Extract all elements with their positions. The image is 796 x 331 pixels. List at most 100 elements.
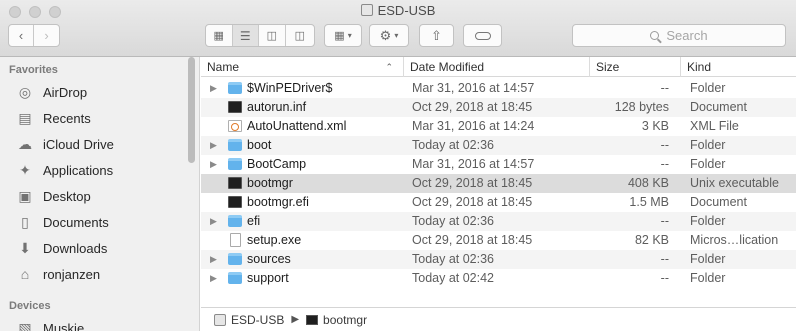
sidebar-item-applications[interactable]: ✦ Applications	[0, 157, 186, 183]
folder-icon	[228, 272, 242, 284]
desktop-icon: ▣	[18, 187, 32, 204]
cloud-icon: ☁	[18, 135, 32, 152]
executable-icon	[228, 177, 242, 189]
path-item-disk[interactable]: ESD-USB	[231, 313, 284, 327]
column-view-button[interactable]: ◫	[259, 25, 286, 46]
file-kind: XML File	[690, 119, 739, 133]
cover-flow-button[interactable]: ◫	[286, 25, 314, 46]
external-disk-icon	[360, 4, 373, 16]
disclosure-triangle-icon[interactable]: ▶	[210, 155, 217, 174]
recents-icon: ▤	[18, 109, 32, 126]
list-view-button[interactable]: ☰	[232, 25, 260, 46]
table-row[interactable]: ▶ sources Today at 02:36 -- Folder	[201, 250, 796, 269]
disclosure-triangle-icon[interactable]: ▶	[210, 250, 217, 269]
file-size: 1.5 MB	[629, 195, 669, 209]
sidebar-item-ronjanzen[interactable]: ⌂ ronjanzen	[0, 261, 186, 287]
file-size: --	[660, 214, 669, 228]
favorites-heading: Favorites	[9, 64, 58, 76]
file-kind: Folder	[690, 271, 726, 285]
action-button[interactable]: ⚙ ▾	[369, 24, 409, 47]
table-row[interactable]: bootmgr.efi Oct 29, 2018 at 18:45 1.5 MB Do…	[201, 193, 796, 212]
sidebar-item-airdrop[interactable]: ◎ AirDrop	[0, 79, 186, 105]
folder-icon	[228, 215, 242, 227]
tags-button[interactable]	[463, 24, 502, 47]
table-row[interactable]: ▶ efi Today at 02:36 -- Folder	[201, 212, 796, 231]
column-header-size[interactable]: Size	[589, 57, 680, 77]
file-kind: Unix executable	[690, 176, 779, 190]
table-row[interactable]: bootmgr Oct 29, 2018 at 18:45 408 KB Unix e…	[201, 174, 796, 193]
file-list: Name ⌃ Date Modified Size Kind ▶ $WinPEDr…	[201, 57, 796, 307]
file-name: bootmgr	[247, 176, 293, 190]
file-kind: Folder	[690, 81, 726, 95]
sidebar-item-documents[interactable]: ▯ Documents	[0, 209, 186, 235]
chevron-down-icon: ▾	[347, 31, 352, 40]
file-size: --	[660, 81, 669, 95]
path-item-file[interactable]: bootmgr	[323, 313, 367, 327]
table-row[interactable]: ▶ BootCamp Mar 31, 2016 at 14:57 -- Folder	[201, 155, 796, 174]
devices-heading: Devices	[9, 300, 51, 312]
sidebar-item-icloud-drive[interactable]: ☁ iCloud Drive	[0, 131, 186, 157]
back-button[interactable]: ‹	[9, 25, 35, 46]
share-button[interactable]: ⇧	[419, 24, 454, 47]
file-name: boot	[247, 138, 272, 152]
file-name: $WinPEDriver$	[247, 81, 333, 95]
file-name: efi	[247, 214, 261, 228]
file-date-modified: Today at 02:36	[412, 252, 495, 266]
computer-icon: ▧	[18, 319, 32, 331]
file-kind: Folder	[690, 138, 726, 152]
gear-icon: ⚙	[379, 27, 392, 43]
sidebar-item-recents[interactable]: ▤ Recents	[0, 105, 186, 131]
sidebar-item-downloads[interactable]: ⬇ Downloads	[0, 235, 186, 261]
folder-icon	[228, 82, 242, 94]
file-size: 3 KB	[641, 119, 669, 133]
sidebar: Favorites ◎ AirDrop ▤ Recents ☁ iCloud D…	[0, 57, 200, 331]
disclosure-triangle-icon[interactable]: ▶	[210, 79, 217, 98]
file-name: sources	[247, 252, 291, 266]
file-date-modified: Mar 31, 2016 at 14:57	[412, 81, 535, 95]
disclosure-triangle-icon[interactable]: ▶	[210, 136, 217, 155]
forward-button[interactable]: ›	[34, 25, 59, 46]
search-field[interactable]: Search	[572, 24, 786, 47]
disclosure-triangle-icon[interactable]: ▶	[210, 269, 217, 288]
table-row[interactable]: AutoUnattend.xml Mar 31, 2016 at 14:24 3 K…	[201, 117, 796, 136]
file-date-modified: Oct 29, 2018 at 18:45	[412, 195, 533, 209]
document-icon	[230, 233, 241, 247]
file-size: 82 KB	[634, 233, 669, 247]
sort-ascending-icon: ⌃	[385, 62, 393, 72]
list-icon: ☰	[239, 28, 251, 43]
column-header-date[interactable]: Date Modified	[403, 57, 589, 77]
sidebar-item-muskie[interactable]: ▧ Muskie	[0, 315, 186, 331]
file-name: AutoUnattend.xml	[247, 119, 347, 133]
column-header-name[interactable]: Name ⌃	[201, 57, 403, 77]
file-date-modified: Today at 02:42	[412, 271, 495, 285]
arrange-button[interactable]: ▦ ▾	[324, 24, 362, 47]
table-row[interactable]: ▶ support Today at 02:42 -- Folder	[201, 269, 796, 288]
xml-file-icon	[228, 120, 242, 132]
file-size: 408 KB	[627, 176, 669, 190]
chevron-left-icon: ‹	[18, 28, 24, 43]
file-name: support	[247, 271, 289, 285]
file-date-modified: Oct 29, 2018 at 18:45	[412, 176, 533, 190]
sidebar-item-desktop[interactable]: ▣ Desktop	[0, 183, 186, 209]
table-row[interactable]: setup.exe Oct 29, 2018 at 18:45 82 KB Micro…	[201, 231, 796, 250]
file-size: 128 bytes	[614, 100, 669, 114]
table-row[interactable]: ▶ boot Today at 02:36 -- Folder	[201, 136, 796, 155]
file-kind: Folder	[690, 157, 726, 171]
sidebar-scrollbar[interactable]	[188, 57, 195, 163]
executable-icon	[306, 314, 319, 325]
column-header-kind[interactable]: Kind	[680, 57, 796, 77]
disclosure-triangle-icon[interactable]: ▶	[210, 212, 217, 231]
table-row[interactable]: autorun.inf Oct 29, 2018 at 18:45 128 byte…	[201, 98, 796, 117]
file-kind: Document	[690, 195, 747, 209]
chevron-down-icon: ▾	[394, 31, 399, 40]
downloads-icon: ⬇	[19, 239, 31, 256]
folder-icon	[228, 158, 242, 170]
file-size: --	[660, 157, 669, 171]
table-row[interactable]: ▶ $WinPEDriver$ Mar 31, 2016 at 14:57 -- Fol…	[201, 79, 796, 98]
view-mode-control: ▦ ☰ ◫ ◫	[205, 24, 315, 47]
file-date-modified: Oct 29, 2018 at 18:45	[412, 233, 533, 247]
cover-flow-icon: ◫	[294, 30, 305, 42]
icon-view-button[interactable]: ▦	[206, 25, 233, 46]
back-forward-control: ‹ ›	[8, 24, 60, 47]
home-icon: ⌂	[20, 266, 30, 282]
